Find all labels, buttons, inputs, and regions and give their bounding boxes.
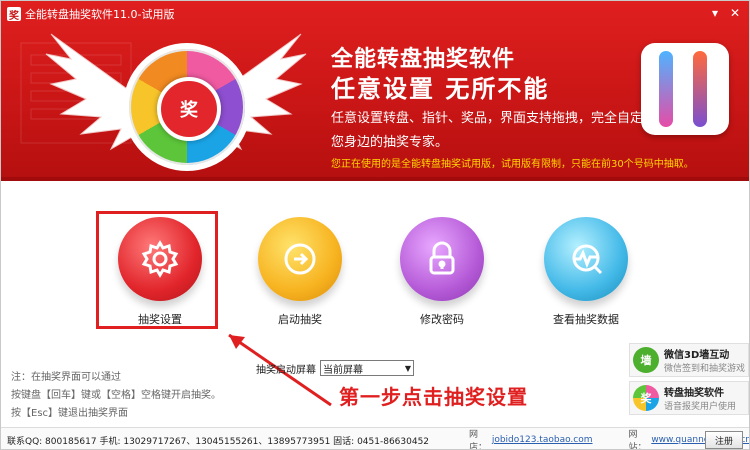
change-password-button[interactable]: 修改密码: [387, 217, 497, 327]
shop-label: 网店：: [469, 430, 488, 450]
start-arrow-icon: [284, 243, 316, 275]
note-line: 按键盘【回车】键或【空格】空格键开启抽奖。: [11, 390, 221, 401]
annotation-arrow: [228, 333, 332, 407]
wechat-wall-title: 微信3D墙互动: [664, 350, 730, 361]
change-password-label: 修改密码: [420, 313, 464, 326]
chevron-down-icon: ▼: [404, 363, 411, 373]
window-title: 全能转盘抽奖软件11.0-试用版: [25, 8, 175, 21]
trial-notice: 您正在使用的是全能转盘抽奖试用版，试用版有限制，只能在前30个号码中抽取。: [331, 159, 694, 170]
shop-link[interactable]: jobido123.taobao.com: [492, 435, 593, 445]
lock-icon: [429, 241, 455, 275]
startup-screen-select[interactable]: 当前屏幕 ▼: [320, 360, 414, 376]
instruction-annotation: 第一步点击抽奖设置: [339, 385, 528, 409]
contact-info: 联系QQ: 800185617 手机: 13029717267、13045155…: [7, 436, 430, 447]
app-logo-icon: 奖: [7, 7, 21, 22]
register-button[interactable]: 注册: [705, 431, 743, 449]
startup-screen-value: 当前屏幕: [323, 364, 363, 376]
site-label: 网站：: [628, 430, 647, 450]
usage-notes: 注：在抽奖界面可以通过 按键盘【回车】键或【空格】空格键开启抽奖。 按【Esc】…: [11, 369, 221, 423]
view-lottery-data-circle[interactable]: [544, 217, 628, 301]
wechat-wall-icon: 墙: [633, 347, 659, 373]
view-lottery-data-button[interactable]: 查看抽奖数据: [531, 217, 641, 327]
start-lottery-circle[interactable]: [258, 217, 342, 301]
wheel-software-subtitle: 语音报奖用户使用: [664, 402, 737, 412]
app-window: 奖 全能转盘抽奖软件11.0-试用版 ▾ ✕ 奖 全能转盘抽奖软件 任意设置 无…: [0, 0, 750, 450]
chart-search-icon: [572, 244, 603, 275]
minimize-button[interactable]: ▾: [707, 5, 723, 21]
view-lottery-data-label: 查看抽奖数据: [553, 313, 619, 326]
slogan: 任意设置 无所不能: [331, 75, 550, 103]
startup-screen-row: 抽奖启动屏幕 当前屏幕 ▼: [256, 360, 414, 376]
wheel-hub: 奖: [157, 77, 221, 141]
main-panel: 抽奖设置 启动抽奖 修改密码 查看抽奖数据 第一步点击抽奖设置 抽奖启动屏幕 当…: [1, 181, 749, 423]
note-line: 注：在抽奖界面可以通过: [11, 372, 121, 383]
startup-screen-label: 抽奖启动屏幕: [256, 364, 316, 376]
version-11-badge: [641, 43, 729, 135]
version-digit-2: [693, 51, 707, 127]
highlight-box: [96, 211, 218, 329]
wheel-software-title: 转盘抽奖软件: [664, 388, 724, 399]
wheel-icon: 奖: [633, 385, 659, 411]
title-bar: 奖 全能转盘抽奖软件11.0-试用版: [7, 5, 174, 23]
change-password-circle[interactable]: [400, 217, 484, 301]
banner: 奖 全能转盘抽奖软件11.0-试用版 ▾ ✕ 奖 全能转盘抽奖软件 任意设置 无…: [1, 1, 749, 181]
start-lottery-label: 启动抽奖: [278, 313, 322, 326]
description-line-1: 任意设置转盘、指针、奖品，界面支持拖拽，完全自定义。: [331, 111, 670, 126]
close-button[interactable]: ✕: [727, 5, 743, 21]
status-footer: 联系QQ: 800185617 手机: 13029717267、13045155…: [1, 427, 749, 450]
version-digit-1: [659, 51, 673, 127]
wheel-software-card[interactable]: 奖 转盘抽奖软件 语音报奖用户使用: [629, 381, 749, 415]
note-line: 按【Esc】键退出抽奖界面: [11, 408, 129, 419]
start-lottery-button[interactable]: 启动抽奖: [245, 217, 355, 327]
wechat-wall-card[interactable]: 墙 微信3D墙互动 微信签到和抽奖游戏: [629, 343, 749, 377]
description-line-2: 您身边的抽奖专家。: [331, 135, 449, 150]
wechat-wall-subtitle: 微信签到和抽奖游戏: [664, 364, 746, 374]
